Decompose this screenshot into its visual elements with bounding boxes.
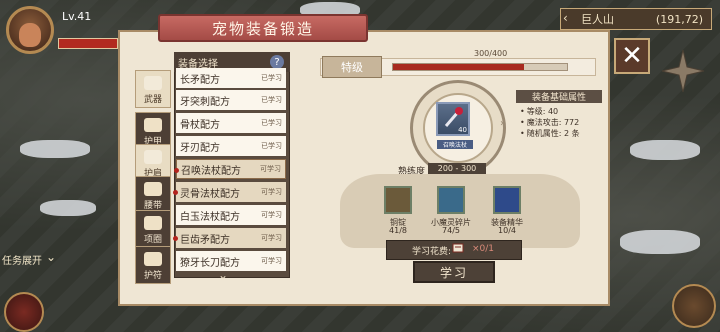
material-count: 10/4 bbox=[498, 226, 516, 235]
attribute-row: 等级: 40 bbox=[520, 106, 558, 117]
sword-icon bbox=[144, 76, 162, 90]
list-item[interactable]: 牙突刺配方 已学习 bbox=[176, 90, 286, 110]
location-name: 巨人山 bbox=[581, 13, 614, 26]
new-dot-icon bbox=[173, 190, 178, 195]
chevron-down-icon[interactable]: ⌄ bbox=[46, 250, 56, 264]
location-box[interactable]: 巨人山 (191,72) bbox=[560, 8, 712, 30]
belt-icon bbox=[144, 182, 162, 196]
amulet-icon bbox=[144, 252, 162, 266]
shoulder-icon bbox=[144, 150, 162, 164]
grade-progress-fill bbox=[393, 64, 524, 70]
location-coords: (191,72) bbox=[655, 12, 703, 26]
quest-toggle-label[interactable]: 任务展开 bbox=[2, 252, 42, 267]
material-count: 74/5 bbox=[442, 226, 460, 235]
armor-icon bbox=[144, 118, 162, 132]
pet-equipment-name: 召唤法杖 bbox=[437, 140, 473, 149]
list-item[interactable]: 长矛配方 已学习 bbox=[176, 68, 286, 88]
snow-patch bbox=[630, 140, 700, 160]
cost-label: 学习花费: bbox=[412, 247, 452, 257]
material-essence-icon[interactable] bbox=[493, 186, 521, 214]
material-count: 41/8 bbox=[389, 226, 407, 235]
proficiency-value: 200 - 300 bbox=[428, 163, 486, 174]
list-item[interactable]: 牙刃配方 已学习 bbox=[176, 136, 286, 156]
material-spirit-shard-icon[interactable] bbox=[437, 186, 465, 214]
snow-patch bbox=[20, 140, 90, 158]
tab-weapon[interactable]: 武器 bbox=[135, 70, 171, 108]
chevron-left-icon[interactable]: ‹ bbox=[563, 11, 568, 25]
tab-belt[interactable]: 腰带 bbox=[135, 176, 171, 214]
collar-icon bbox=[144, 216, 162, 230]
grade-progress-bar bbox=[392, 63, 568, 71]
bottom-left-button[interactable] bbox=[4, 292, 44, 332]
attribute-row: 魔法攻击: 772 bbox=[520, 117, 580, 128]
pet-equipment-icon[interactable]: 40 bbox=[436, 102, 470, 136]
learn-button[interactable]: 学习 bbox=[413, 261, 495, 283]
cost-value: ×0/1 bbox=[472, 244, 495, 254]
list-item[interactable]: 巨齿矛配方 可学习 bbox=[173, 228, 286, 248]
close-button[interactable]: ✕ bbox=[614, 38, 650, 74]
list-item[interactable]: 白玉法杖配方 可学习 bbox=[176, 205, 286, 225]
minimap-button[interactable] bbox=[672, 284, 716, 328]
recipe-scroll-icon bbox=[452, 243, 464, 253]
player-hp-bar bbox=[58, 38, 118, 49]
list-item[interactable]: 灵骨法杖配方 可学习 bbox=[173, 182, 286, 202]
tab-amulet[interactable]: 护符 bbox=[135, 246, 171, 284]
compass-icon bbox=[661, 49, 705, 93]
help-icon[interactable]: ? bbox=[270, 55, 284, 69]
window-title: 宠物装备锻造 bbox=[158, 14, 368, 42]
scroll-down-icon[interactable]: ⌄ bbox=[218, 268, 228, 282]
list-item[interactable]: 骨杖配方 已学习 bbox=[176, 113, 286, 133]
grade-label: 特级 bbox=[322, 56, 382, 78]
snow-patch bbox=[40, 200, 96, 216]
player-level: Lv.41 bbox=[62, 10, 92, 23]
double-chevron-icon: » bbox=[500, 118, 507, 129]
snow-patch bbox=[620, 230, 700, 254]
player-avatar[interactable] bbox=[6, 6, 54, 54]
attribute-row: 随机属性: 2 条 bbox=[520, 128, 580, 139]
new-dot-icon bbox=[174, 168, 179, 173]
material-copper-ingot-icon[interactable] bbox=[384, 186, 412, 214]
attributes-title: 装备基础属性 bbox=[516, 90, 602, 103]
new-dot-icon bbox=[173, 236, 178, 241]
list-item[interactable]: 召唤法杖配方 可学习 bbox=[174, 159, 286, 179]
list-item[interactable]: 獠牙长刀配方 可学习 bbox=[176, 251, 286, 271]
grade-value: 300/400 bbox=[474, 49, 508, 58]
tab-collar[interactable]: 项圈 bbox=[135, 210, 171, 248]
